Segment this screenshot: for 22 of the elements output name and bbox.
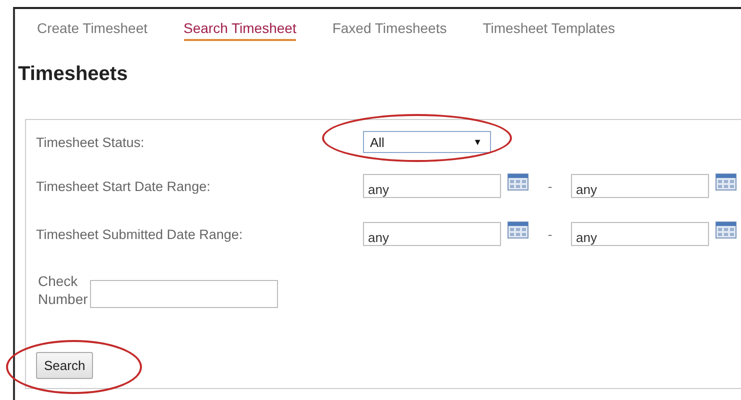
search-button[interactable]: Search (36, 352, 94, 379)
range-separator: - (546, 178, 554, 194)
calendar-icon[interactable] (507, 221, 529, 239)
field-label: Check Number (38, 272, 88, 308)
tab[interactable]: Search Timesheet (184, 19, 296, 41)
tab[interactable]: Timesheet Templates (482, 19, 616, 41)
calendar-icon[interactable] (715, 221, 737, 239)
date-field[interactable]: any (363, 174, 501, 198)
status-dropdown[interactable]: All ▼ (363, 131, 491, 153)
date-field[interactable]: any (571, 174, 709, 198)
range-separator: - (546, 226, 554, 242)
field-label: Timesheet Start Date Range: (36, 178, 212, 194)
page-heading: Timesheets (18, 63, 129, 86)
date-field[interactable]: any (363, 222, 501, 246)
field-label: Timesheet Status: (36, 134, 146, 150)
date-field[interactable]: any (571, 222, 709, 246)
tab[interactable]: Faxed Timesheets (332, 19, 447, 41)
field-label: Timesheet Submitted Date Range: (36, 226, 244, 242)
tab[interactable]: Create Timesheet (37, 19, 148, 41)
calendar-icon[interactable] (715, 173, 737, 191)
calendar-icon[interactable] (507, 173, 529, 191)
check-number-field[interactable] (90, 280, 278, 308)
